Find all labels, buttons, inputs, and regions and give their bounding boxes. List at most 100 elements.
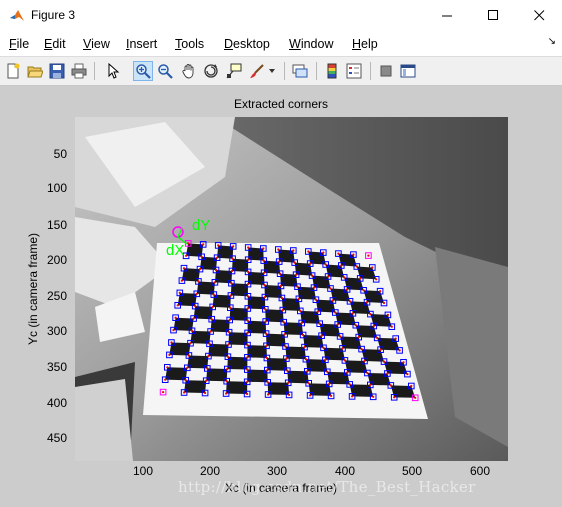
corner-point bbox=[285, 357, 288, 360]
zoom-in-icon bbox=[136, 64, 151, 79]
open-file-button[interactable] bbox=[25, 61, 45, 81]
new-figure-button[interactable] bbox=[3, 61, 23, 81]
window-title: Figure 3 bbox=[31, 8, 76, 22]
insert-legend-button[interactable] bbox=[344, 61, 364, 81]
corner-point bbox=[367, 254, 370, 257]
checker-square bbox=[390, 385, 416, 398]
corner-point bbox=[336, 323, 339, 326]
corner-point bbox=[299, 309, 302, 312]
corner-point bbox=[292, 249, 295, 252]
toolbar-separator bbox=[94, 62, 95, 80]
edit-plot-arrow-icon bbox=[108, 63, 120, 79]
hide-plot-tools-button[interactable] bbox=[376, 61, 396, 81]
corner-point bbox=[202, 243, 205, 246]
axes-plot[interactable]: dY dX bbox=[75, 117, 508, 461]
dock-figure-icon[interactable]: ↘ bbox=[548, 36, 556, 47]
menu-tools[interactable]: Tools bbox=[175, 37, 204, 51]
menu-insert[interactable]: Insert bbox=[126, 37, 157, 51]
menu-help[interactable]: Help bbox=[352, 37, 378, 51]
minimize-button[interactable] bbox=[424, 0, 470, 31]
corner-point bbox=[354, 324, 357, 327]
checker-square bbox=[308, 383, 332, 396]
zoom-out-icon bbox=[158, 64, 173, 79]
corner-point bbox=[246, 319, 249, 322]
insert-colorbar-button[interactable] bbox=[322, 61, 342, 81]
data-cursor-button[interactable] bbox=[224, 61, 244, 81]
corner-point bbox=[195, 292, 198, 295]
corner-point bbox=[246, 283, 250, 286]
corner-point bbox=[330, 394, 333, 397]
corner-point bbox=[357, 336, 360, 339]
corner-point bbox=[307, 250, 310, 253]
menu-view[interactable]: View bbox=[83, 37, 110, 51]
corner-point bbox=[371, 266, 374, 269]
menu-desktop[interactable]: Desktop bbox=[224, 37, 270, 51]
corner-point bbox=[389, 384, 392, 387]
corner-point bbox=[212, 293, 215, 296]
corner-point bbox=[386, 313, 389, 316]
corner-point bbox=[329, 287, 332, 290]
link-plot-button[interactable] bbox=[290, 61, 310, 81]
corner-point bbox=[366, 371, 369, 375]
corner-point bbox=[281, 309, 284, 312]
corner-point bbox=[214, 268, 218, 272]
corner-point bbox=[230, 282, 233, 285]
pan-button[interactable] bbox=[179, 61, 199, 81]
corner-point bbox=[410, 384, 413, 388]
print-button[interactable] bbox=[69, 61, 89, 81]
close-icon bbox=[533, 10, 544, 21]
corner-point bbox=[394, 337, 397, 340]
checker-square bbox=[367, 372, 391, 386]
corner-point bbox=[265, 356, 268, 360]
minimize-icon bbox=[441, 15, 452, 17]
open-file-icon bbox=[27, 66, 43, 78]
menu-file[interactable]: File bbox=[9, 37, 29, 51]
zoom-out-button[interactable] bbox=[155, 61, 175, 81]
corner-point bbox=[282, 321, 285, 324]
corner-point bbox=[331, 299, 334, 302]
corner-point bbox=[231, 257, 234, 260]
corner-point bbox=[182, 267, 186, 270]
title-bar: Figure 3 bbox=[0, 0, 562, 31]
corner-point bbox=[209, 330, 212, 333]
show-plot-tools-button[interactable] bbox=[398, 61, 418, 81]
close-button[interactable] bbox=[516, 0, 562, 31]
corner-point bbox=[284, 345, 287, 348]
corner-point bbox=[232, 245, 235, 248]
zoom-in-button[interactable] bbox=[133, 61, 153, 81]
corner-point bbox=[213, 281, 216, 284]
edit-plot-button[interactable] bbox=[103, 61, 123, 81]
checker-square bbox=[349, 384, 374, 397]
corner-point bbox=[386, 372, 389, 375]
corner-point bbox=[217, 244, 220, 247]
corner-point bbox=[225, 380, 228, 383]
corner-point bbox=[346, 371, 349, 374]
y-tick-label: 200 bbox=[46, 253, 67, 267]
corner-point bbox=[382, 360, 386, 363]
y-tick-label: 150 bbox=[46, 218, 67, 232]
corner-point bbox=[351, 312, 354, 315]
save-button[interactable] bbox=[47, 61, 67, 81]
corner-point bbox=[246, 307, 249, 310]
y-axis-label: Yc (in camera frame) bbox=[26, 232, 40, 346]
maximize-button[interactable] bbox=[470, 0, 516, 31]
menu-window[interactable]: Window bbox=[289, 37, 333, 51]
corner-point bbox=[414, 396, 417, 399]
corner-point bbox=[178, 291, 181, 294]
menu-edit[interactable]: Edit bbox=[44, 37, 66, 51]
corner-point bbox=[360, 348, 363, 351]
figure-toolbar bbox=[0, 56, 562, 86]
corner-point bbox=[211, 305, 214, 308]
corner-point bbox=[246, 368, 249, 371]
x-tick-label: 600 bbox=[469, 464, 491, 478]
corner-point bbox=[210, 318, 213, 321]
axes-title: Extracted corners bbox=[233, 97, 329, 111]
corner-point bbox=[343, 276, 346, 279]
corner-point bbox=[246, 356, 249, 359]
corner-point bbox=[302, 333, 305, 337]
brush-dropdown-button[interactable] bbox=[266, 61, 278, 81]
rotate-3d-button[interactable] bbox=[201, 61, 221, 81]
data-cursor-icon bbox=[226, 63, 242, 79]
corner-point bbox=[264, 308, 267, 311]
brush-button[interactable] bbox=[247, 61, 267, 81]
